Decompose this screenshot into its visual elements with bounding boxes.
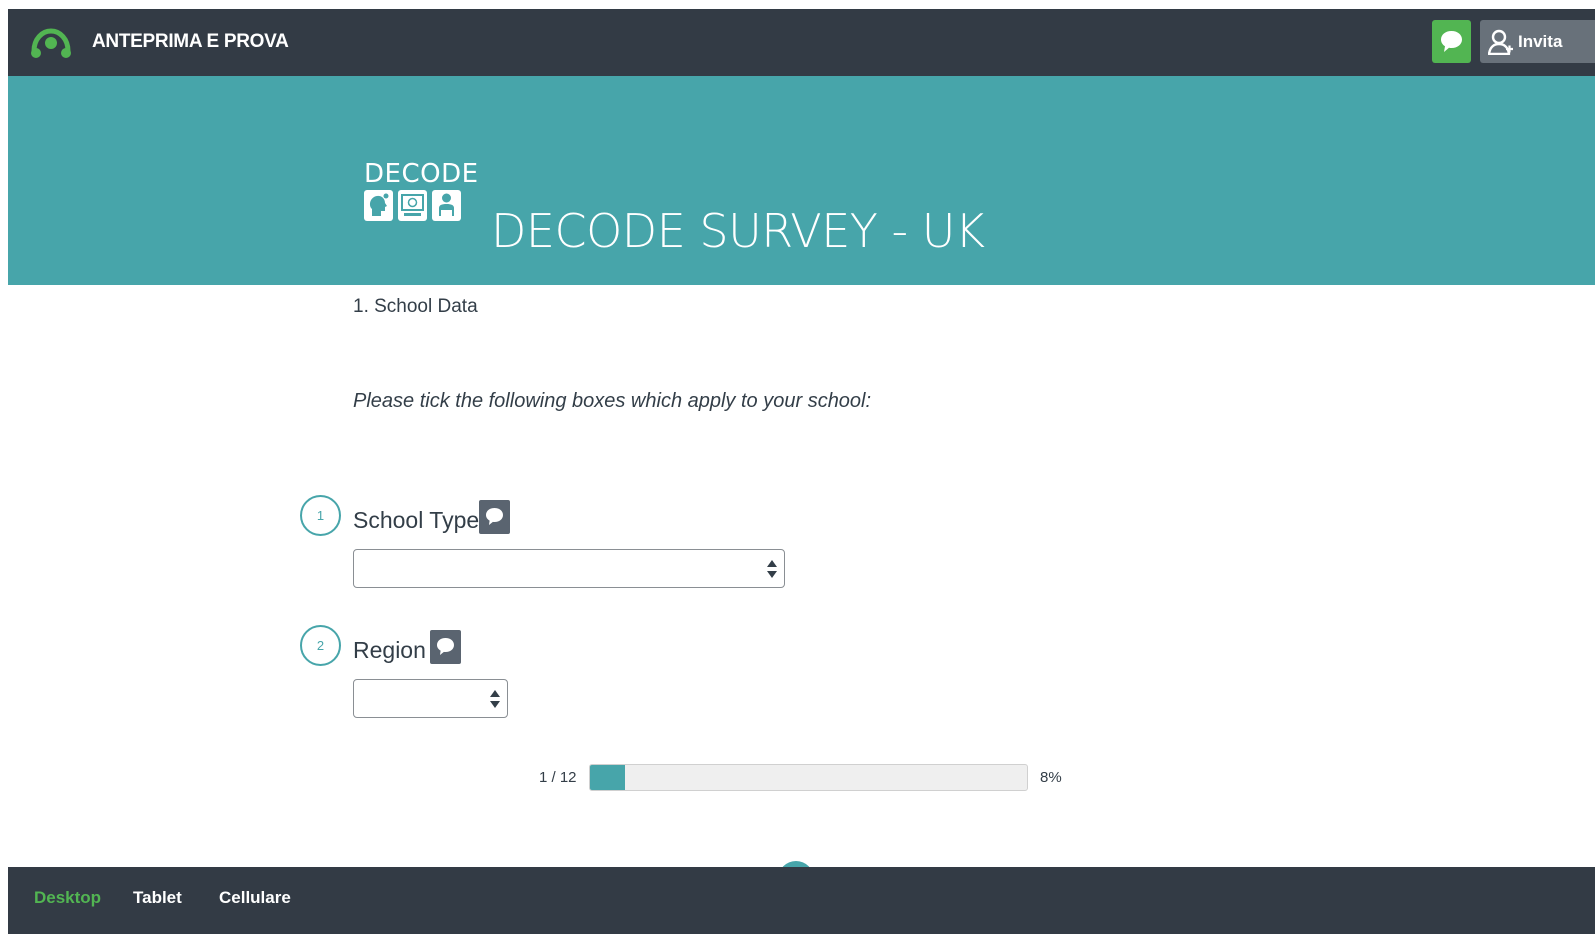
progress-page-label: 1 / 12 [539, 769, 577, 786]
progress-bar [589, 764, 1028, 791]
preview-frame: ANTEPRIMA E PROVA Invita DECODE DECODE S… [8, 9, 1595, 934]
head-profile-icon [364, 190, 393, 221]
question-title: Region [353, 637, 426, 663]
feedback-chat-button[interactable] [1432, 20, 1471, 63]
page-title: 1. School Data [353, 296, 478, 317]
person-add-icon [1488, 29, 1513, 55]
top-bar: ANTEPRIMA E PROVA Invita [8, 9, 1595, 76]
chat-bubble-icon [1441, 31, 1462, 52]
survey-banner: DECODE DECODE SURVEY - UK [8, 76, 1595, 285]
brand-logo-icons [364, 190, 462, 227]
progress-percent: 8% [1040, 769, 1062, 786]
student-reader-icon [432, 190, 461, 221]
question-number-badge: 1 [300, 495, 341, 536]
brand-logo-text: DECODE [364, 159, 479, 189]
invite-label: Invita [1518, 32, 1563, 51]
tab-tablet[interactable]: Tablet [133, 888, 182, 908]
question-number-badge: 2 [300, 625, 341, 666]
comment-icon[interactable] [430, 630, 461, 664]
region-select[interactable] [353, 679, 508, 718]
page-instructions: Please tick the following boxes which ap… [353, 390, 872, 412]
school-type-select[interactable] [353, 549, 785, 588]
question-title: School Type [353, 507, 480, 533]
survey-title: DECODE SURVEY - UK [491, 204, 985, 258]
progress-bar-fill [590, 765, 625, 790]
select-arrows-icon [767, 560, 777, 578]
device-preview-bar: Desktop Tablet Cellulare [8, 867, 1595, 934]
tab-desktop[interactable]: Desktop [34, 888, 101, 908]
surveymonkey-logo-icon [31, 28, 71, 58]
app-title: ANTEPRIMA E PROVA [92, 31, 289, 52]
invite-button[interactable]: Invita [1480, 20, 1595, 63]
tab-mobile[interactable]: Cellulare [219, 888, 291, 908]
computer-screen-icon [398, 190, 427, 221]
comment-icon[interactable] [479, 500, 510, 534]
select-arrows-icon [490, 690, 500, 708]
